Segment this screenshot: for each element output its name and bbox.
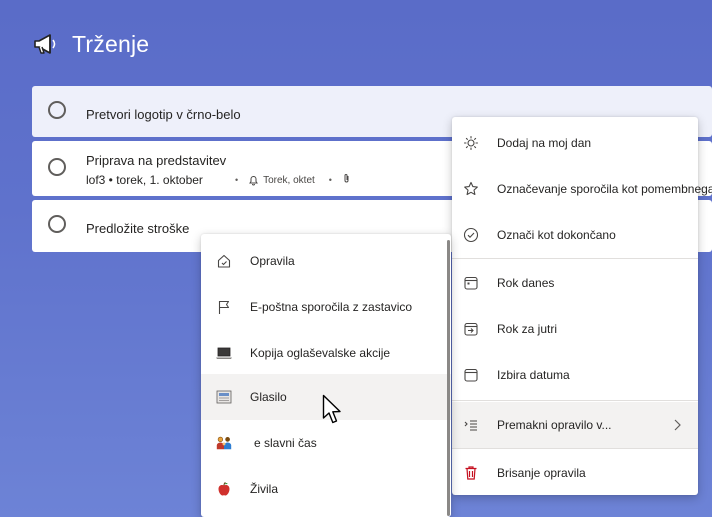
task-title: Predložite stroške [86, 221, 190, 236]
task-due-info: lof3 • torek, 1. oktober [86, 173, 203, 187]
menu-item-due-tomorrow[interactable]: Rok za jutri [452, 306, 698, 352]
megaphone-icon [32, 30, 60, 58]
complete-checkbox[interactable] [48, 215, 66, 233]
menu-item-mark-important[interactable]: Označevanje sporočila kot pomembnega [452, 166, 712, 212]
menu-separator [452, 448, 698, 449]
separator-dot: • [328, 175, 332, 185]
bell-icon [248, 175, 259, 186]
calendar-tomorrow-icon [462, 320, 480, 338]
menu-item-delete-task[interactable]: Brisanje opravila [452, 450, 698, 496]
menu-separator [452, 258, 698, 259]
flag-icon [215, 298, 233, 316]
trash-icon [462, 464, 480, 482]
calendar-pick-icon [462, 366, 480, 384]
separator-dot: • [234, 175, 239, 185]
menu-separator [452, 400, 698, 401]
list-option-family-time[interactable]: e slavni čas [201, 420, 451, 466]
calendar-today-icon [462, 274, 480, 292]
chevron-right-icon [672, 418, 682, 432]
menu-item-pick-date[interactable]: Izbira datuma [452, 352, 698, 398]
reminder-text: Torek, oktet [263, 174, 315, 186]
newspaper-icon [215, 388, 233, 406]
task-title: Priprava na predstavitev [86, 153, 227, 168]
mouse-cursor-icon [322, 394, 344, 426]
menu-item-move-task[interactable]: Premakni opravilo v... [452, 402, 698, 448]
check-circle-icon [462, 226, 480, 244]
list-option-groceries[interactable]: Živila [201, 466, 451, 512]
move-to-list-submenu: Opravila E-poštna sporočila z zastavico … [201, 234, 451, 517]
family-icon [215, 434, 233, 452]
home-icon [215, 252, 233, 270]
list-option-flagged-email[interactable]: E-poštna sporočila z zastavico [201, 284, 451, 330]
sun-icon [462, 134, 480, 152]
list-header: Trženje [32, 30, 149, 58]
apple-icon [215, 480, 233, 498]
task-context-menu: Dodaj na moj dan Označevanje sporočila k… [452, 117, 712, 496]
list-title: Trženje [72, 30, 150, 57]
complete-checkbox[interactable] [48, 158, 66, 176]
attachment-icon [342, 173, 351, 187]
complete-checkbox[interactable] [48, 101, 66, 119]
menu-item-mark-complete[interactable]: Označi kot dokončano [452, 212, 698, 258]
list-option-opravila[interactable]: Opravila [201, 238, 451, 284]
menu-item-due-today[interactable]: Rok danes [452, 260, 698, 306]
laptop-icon [215, 344, 233, 362]
task-meta: lof3 • torek, 1. oktober • Torek, oktet … [86, 173, 351, 187]
menu-item-add-to-my-day[interactable]: Dodaj na moj dan [452, 120, 698, 166]
task-title: Pretvori logotip v črno-belo [86, 107, 241, 122]
move-list-icon [462, 416, 480, 434]
list-option-campaign-copy[interactable]: Kopija oglaševalske akcije [201, 330, 451, 376]
submenu-scrollbar[interactable] [447, 240, 450, 516]
star-icon [462, 180, 480, 198]
